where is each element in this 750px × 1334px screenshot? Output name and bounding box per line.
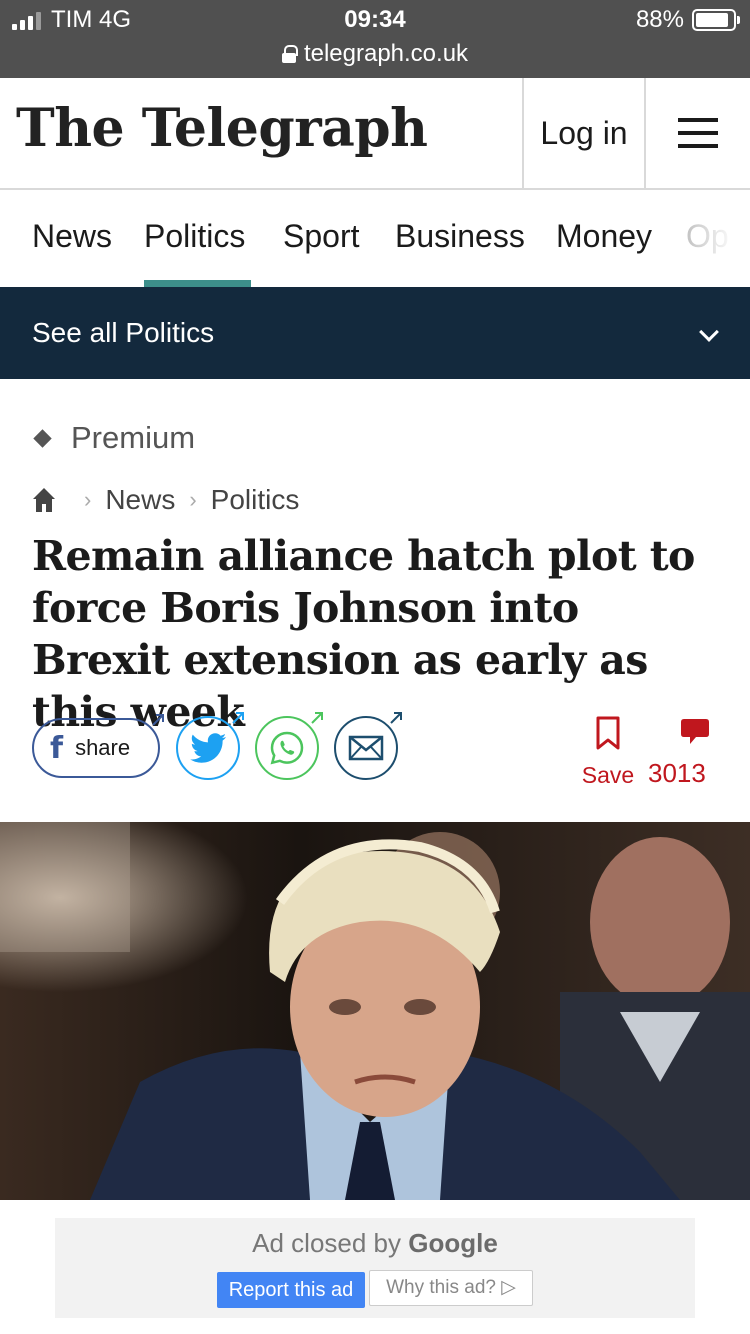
save-label: Save [581,762,635,788]
whatsapp-share-button[interactable] [255,712,323,780]
battery-icon [692,9,740,31]
chevron-right-icon: › [84,487,92,512]
article-headline: Remain alliance hatch plot to force Bori… [32,532,695,736]
chevron-right-icon: › [189,487,197,512]
tab-news[interactable]: News [32,190,112,287]
whatsapp-icon [270,731,304,765]
breadcrumb-politics[interactable]: Politics [211,484,300,516]
comment-icon [681,719,709,744]
facebook-icon: f [50,730,64,766]
google-logo: Google [408,1228,498,1258]
chevron-down-icon [699,322,719,342]
see-all-politics-bar[interactable]: See all Politics [0,287,750,379]
ad-closed-message: Ad closed by Google [55,1228,695,1259]
ad-container: Ad closed by Google Report this ad Why t… [55,1218,695,1318]
external-link-icon [152,714,164,726]
tab-money[interactable]: Money [556,190,652,287]
tab-politics[interactable]: Politics [144,190,251,287]
battery-percent: 88% [635,6,684,33]
email-icon [348,735,384,761]
adchoices-icon: ▷ [501,1277,516,1298]
email-share-button[interactable] [334,712,402,780]
comments-count: 3013 [648,758,706,788]
article-hero-image[interactable] [0,822,750,1200]
tab-business[interactable]: Business [395,190,525,287]
masthead: The Telegraph Log in [0,78,750,190]
facebook-share-label: share [75,735,131,760]
bookmark-icon [596,716,620,750]
login-button[interactable]: Log in [522,78,646,188]
external-link-icon [232,712,244,724]
hamburger-icon[interactable] [646,78,750,188]
status-bar: TIM 4G 09:34 88% telegraph.co.uk [0,0,750,78]
why-this-ad-button[interactable]: Why this ad? ▷ [369,1270,533,1306]
see-all-label: See all Politics [32,317,215,348]
premium-badge: Premium [33,420,196,456]
breadcrumb-news[interactable]: News [105,484,175,516]
report-ad-button[interactable]: Report this ad [217,1272,365,1308]
battery-info: 88% [635,6,740,34]
twitter-icon [190,733,226,763]
twitter-share-button[interactable] [176,712,244,780]
save-button[interactable]: Save [578,716,638,788]
section-nav: News Politics Sport Business Money Op [0,190,750,287]
lock-icon [281,45,298,63]
external-link-icon [390,712,402,724]
external-link-icon [311,712,323,724]
facebook-share-button[interactable]: f share [32,714,164,778]
telegraph-logo[interactable]: The Telegraph [16,98,428,159]
comments-button[interactable]: 3013 [648,716,712,788]
why-this-ad-label: Why this ad? [386,1277,496,1298]
diamond-icon [33,428,52,448]
premium-label: Premium [71,420,196,455]
tab-sport[interactable]: Sport [283,190,359,287]
url-text: telegraph.co.uk [303,40,469,67]
breadcrumb: › News › Politics [32,484,299,516]
home-icon[interactable] [32,487,56,513]
url-bar[interactable]: telegraph.co.uk [0,40,750,68]
ad-closed-text: Ad closed by [252,1228,402,1258]
